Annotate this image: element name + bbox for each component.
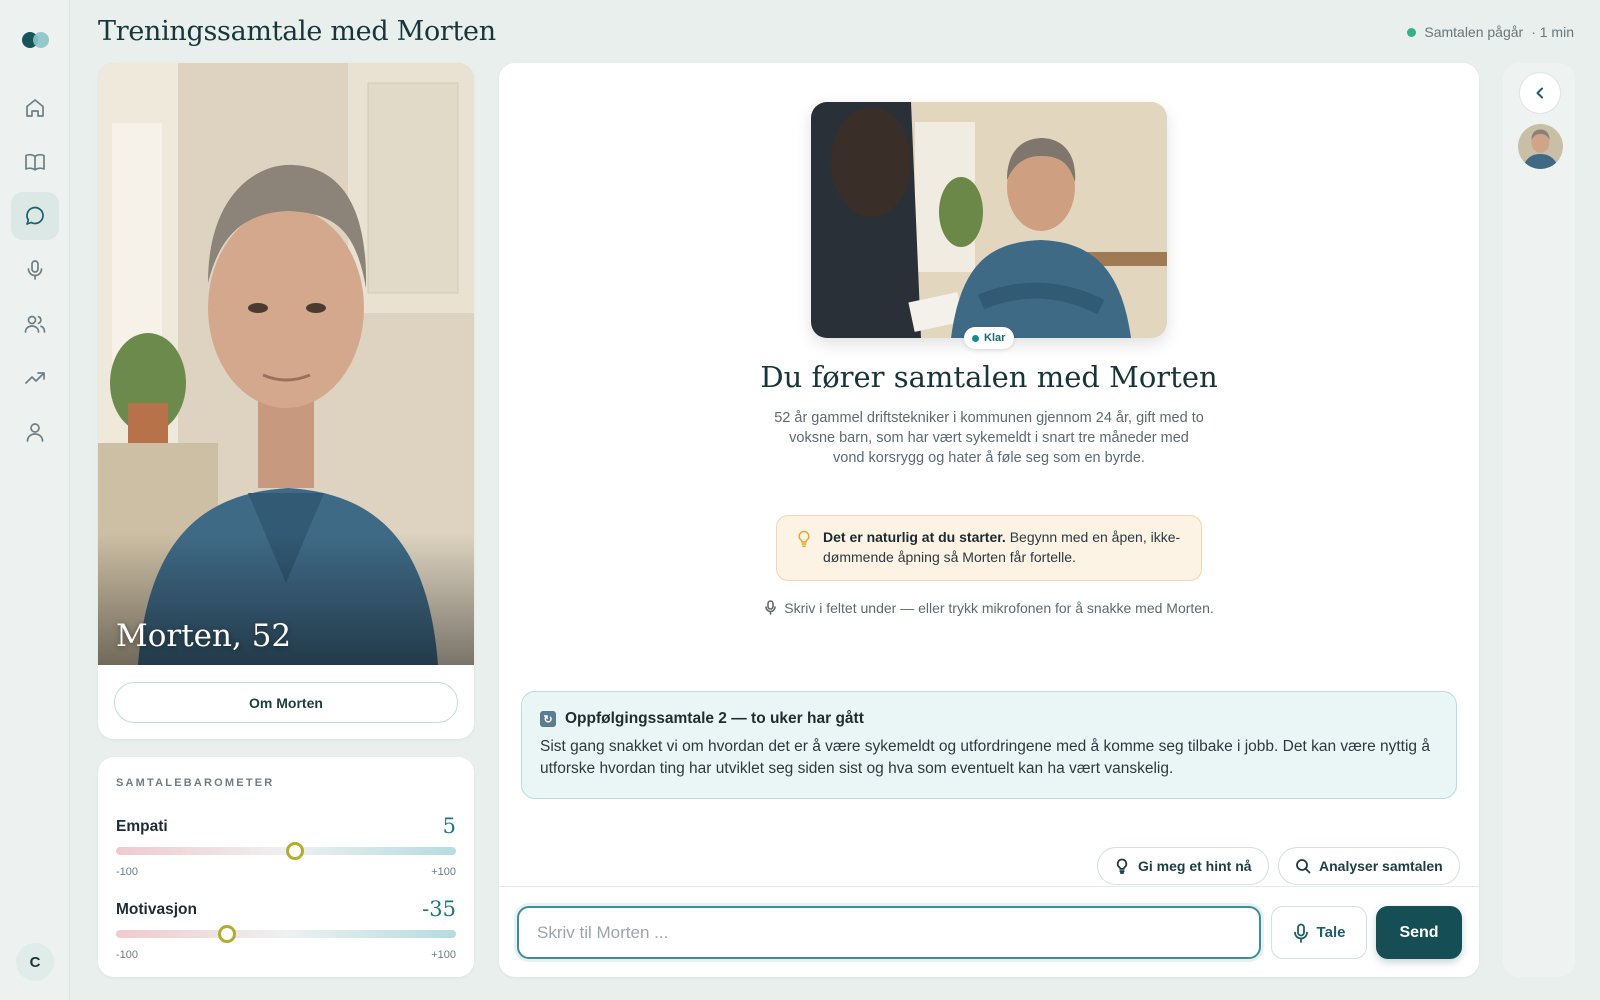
sidebar-item-conversations[interactable]: [11, 192, 59, 240]
refresh-icon: ↻: [540, 711, 556, 727]
collapse-rail-button[interactable]: [1519, 72, 1561, 114]
home-icon: [26, 99, 44, 117]
about-persona-button[interactable]: Om Morten: [114, 682, 458, 723]
book-icon: [25, 153, 45, 171]
ready-label: Klar: [984, 332, 1006, 344]
hint-label: Gi meg et hint nå: [1138, 858, 1252, 874]
persona-description: 52 år gammel driftstekniker i kommunen g…: [774, 410, 1204, 466]
metric-min: -100: [116, 866, 139, 878]
conversation-panel: Klar Du fører samtalen med Morten 52 år …: [499, 63, 1479, 977]
metric-value: 5: [442, 814, 456, 838]
metric-track: [116, 930, 456, 938]
metric-min: -100: [116, 949, 139, 961]
metric-max: +100: [431, 949, 456, 961]
persona-name: Morten, 52: [116, 618, 292, 654]
sidebar-item-home[interactable]: [11, 84, 59, 132]
persona-portrait: Morten, 52: [98, 63, 474, 665]
analyze-button[interactable]: Analyser samtalen: [1278, 847, 1460, 885]
sidebar: C: [0, 0, 70, 1000]
tip-callout: Det er naturlig at du starter. Begynn me…: [776, 515, 1202, 581]
send-button[interactable]: Send: [1376, 906, 1462, 959]
composer-divider: [499, 886, 1479, 887]
persona-avatar[interactable]: [1518, 124, 1563, 169]
session-status: Samtalen pågår · 1 min: [1407, 24, 1574, 40]
users-icon: [24, 315, 46, 333]
status-text: Samtalen pågår: [1424, 24, 1524, 40]
voice-label: Tale: [1316, 924, 1346, 941]
chat-icon: [26, 206, 44, 225]
user-icon: [26, 423, 44, 442]
ready-dot: [972, 334, 979, 342]
app-logo[interactable]: [22, 32, 50, 48]
user-avatar[interactable]: C: [16, 943, 54, 981]
metric-label: Motivasjon: [116, 901, 197, 918]
metric-value: -35: [422, 897, 456, 921]
conversation-barometer: SAMTALEBAROMETER Empati 5 -100 +100 Moti…: [98, 757, 474, 977]
voice-button[interactable]: Tale: [1271, 906, 1367, 959]
message-input[interactable]: [517, 906, 1261, 959]
persona-card: Morten, 52 Om Morten: [98, 63, 474, 739]
lightbulb-icon: [1116, 858, 1128, 874]
trending-up-icon: [25, 372, 45, 384]
microphone-icon: [765, 600, 777, 615]
sidebar-item-people[interactable]: [11, 300, 59, 348]
ready-badge: Klar: [964, 327, 1015, 349]
microphone-icon: [1293, 923, 1308, 943]
hero-title: Du fører samtalen med Morten: [760, 360, 1218, 394]
lightbulb-icon: [798, 530, 810, 547]
scene-image: [811, 102, 1167, 338]
analyze-label: Analyser samtalen: [1319, 858, 1443, 874]
followup-body: Sist gang snakket vi om hvordan det er å…: [540, 738, 1430, 777]
empathy-slider-thumb[interactable]: [285, 842, 304, 860]
page-title: Treningssamtale med Morten: [98, 16, 496, 47]
hint-button[interactable]: Gi meg et hint nå: [1097, 847, 1269, 885]
right-rail: [1503, 63, 1575, 977]
barometer-title: SAMTALEBAROMETER: [116, 777, 275, 789]
status-dot: [1407, 27, 1417, 37]
sidebar-item-library[interactable]: [11, 138, 59, 186]
metric-max: +100: [431, 866, 456, 878]
followup-title: Oppfølgingssamtale 2 — to uker har gått: [565, 710, 864, 727]
sidebar-item-voice[interactable]: [11, 246, 59, 294]
followup-context-card: ↻ Oppfølgingssamtale 2 — to uker har gåt…: [521, 691, 1457, 799]
chevron-left-icon: [1536, 87, 1543, 99]
instruction-text: Skriv i feltet under — eller trykk mikro…: [784, 600, 1214, 616]
tip-bold: Det er naturlig at du starter.: [823, 529, 1006, 545]
sidebar-item-profile[interactable]: [11, 408, 59, 456]
microphone-icon: [27, 260, 43, 280]
session-duration: · 1 min: [1531, 24, 1574, 40]
motivation-slider-thumb[interactable]: [217, 925, 236, 943]
metric-label: Empati: [116, 818, 168, 835]
sidebar-item-progress[interactable]: [11, 354, 59, 402]
search-icon: [1296, 859, 1311, 874]
input-instruction: Skriv i feltet under — eller trykk mikro…: [499, 600, 1479, 616]
